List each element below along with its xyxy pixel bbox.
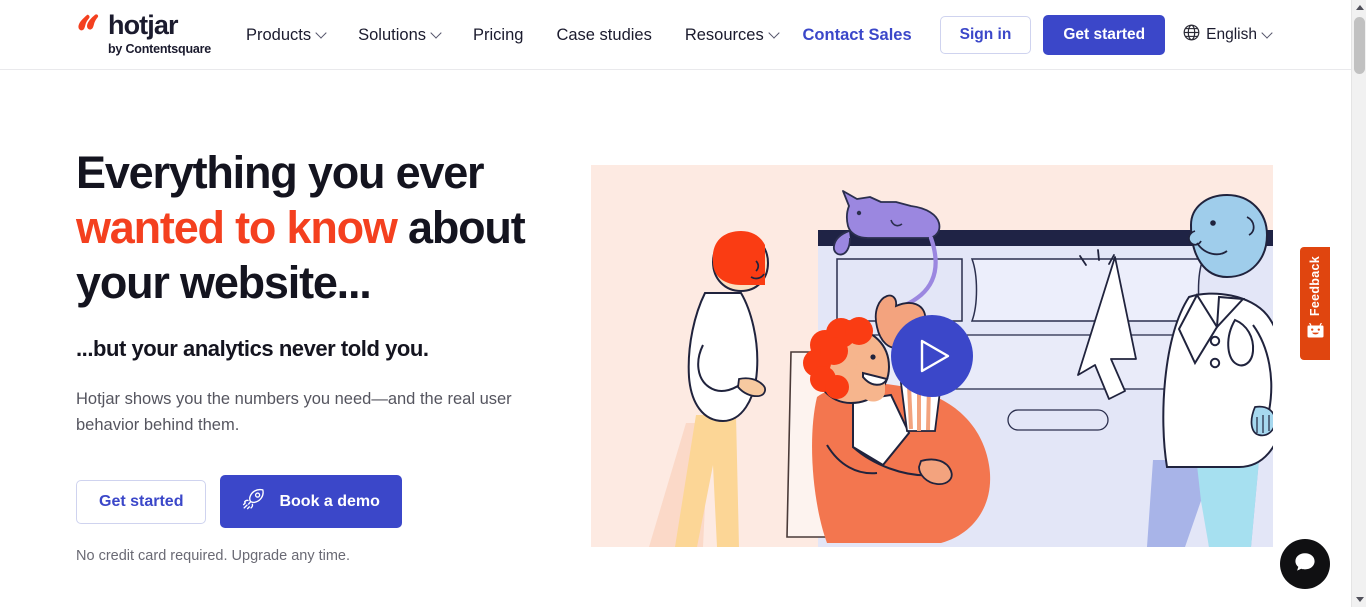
book-a-demo-button[interactable]: Book a demo	[220, 475, 402, 528]
page-title: Everything you ever wanted to know about…	[76, 145, 576, 310]
feedback-tab-label: Feedback	[1308, 256, 1322, 317]
hero-cta-group: Get started Book a demo	[76, 475, 576, 528]
sign-in-button[interactable]: Sign in	[939, 16, 1032, 54]
hero-body-copy: Hotjar shows you the numbers you need—an…	[76, 390, 512, 434]
headline-accent: wanted to know	[76, 202, 398, 253]
nav-item-solutions[interactable]: Solutions	[358, 25, 442, 45]
triangle-down-icon	[1355, 597, 1364, 602]
nav-label-resources: Resources	[684, 25, 764, 44]
chevron-down-icon	[315, 27, 327, 39]
globe-icon	[1183, 24, 1200, 46]
logo-wordmark: hotjar	[108, 9, 179, 40]
contact-sales-link[interactable]: Contact Sales	[803, 26, 912, 45]
feedback-smiley-icon	[1307, 322, 1324, 343]
chat-bubble-icon	[1292, 549, 1318, 580]
chevron-down-icon	[1261, 27, 1273, 39]
logo-row: hotjar	[76, 10, 256, 40]
get-started-button-hero[interactable]: Get started	[76, 479, 207, 524]
nav-label-case-studies: Case studies	[556, 25, 652, 44]
header-actions: Contact Sales Sign in Get started Englis…	[803, 0, 1273, 70]
chevron-down-icon	[768, 27, 780, 39]
scroll-down-arrow[interactable]	[1352, 592, 1366, 607]
headline-line-3: your website...	[76, 257, 372, 308]
nav-label-solutions: Solutions	[358, 25, 427, 44]
triangle-up-icon	[1355, 5, 1364, 10]
language-label: English	[1206, 26, 1257, 43]
site-logo[interactable]: hotjar by Contentsquare	[76, 10, 256, 60]
language-selector[interactable]: English	[1183, 24, 1273, 46]
chevron-down-icon	[430, 27, 442, 39]
hero-subheadline: ...but your analytics never told you.	[76, 336, 429, 361]
rocket-icon	[242, 488, 266, 515]
browser-scrollbar[interactable]	[1351, 0, 1366, 607]
chat-widget-button[interactable]	[1280, 539, 1330, 589]
nav-item-case-studies[interactable]: Case studies	[556, 26, 651, 45]
browser-viewport: hotjar by Contentsquare Products Solutio…	[0, 0, 1351, 607]
headline-line-1: Everything you ever	[76, 147, 485, 198]
nav-item-products[interactable]: Products	[246, 25, 327, 45]
page-root: hotjar by Contentsquare Products Solutio…	[0, 0, 1366, 607]
scrollbar-thumb[interactable]	[1354, 17, 1365, 74]
hero-video-illustration[interactable]	[591, 165, 1273, 547]
hotjar-flame-icon	[76, 13, 102, 37]
hero-text-column: Everything you ever wanted to know about…	[76, 145, 576, 564]
nav-label-products: Products	[246, 25, 312, 44]
nav-item-pricing[interactable]: Pricing	[473, 26, 523, 45]
play-button-icon	[891, 315, 973, 397]
hero-fineprint: No credit card required. Upgrade any tim…	[76, 548, 351, 564]
feedback-tab[interactable]: Feedback	[1300, 247, 1330, 360]
get-started-button-header[interactable]: Get started	[1043, 15, 1166, 55]
scroll-up-arrow[interactable]	[1352, 0, 1366, 15]
primary-nav: Products Solutions Pricing Case studies …	[246, 0, 780, 70]
site-header: hotjar by Contentsquare Products Solutio…	[0, 0, 1351, 70]
nav-label-pricing: Pricing	[473, 25, 524, 44]
logo-tagline: by Contentsquare	[108, 42, 212, 56]
nav-item-resources[interactable]: Resources	[684, 25, 780, 45]
book-a-demo-label: Book a demo	[279, 492, 380, 510]
headline-line-2-rest: about	[396, 202, 526, 253]
